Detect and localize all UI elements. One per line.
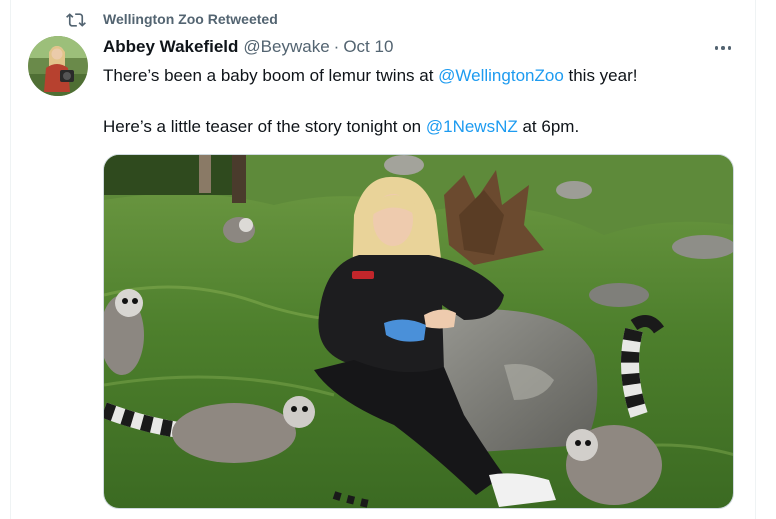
retweet-icon [66,13,86,27]
tweet-text: at 6pm. [517,117,580,136]
mention-link-1newsnz[interactable]: @1NewsNZ [426,117,518,136]
tweet-text-line-1: There’s been a baby boom of lemur twins … [103,65,637,87]
tweet-text: this year! [563,66,638,85]
more-dot-icon [727,46,732,50]
tweet-text: There’s been a baby boom of lemur twins … [103,66,439,85]
tweet-text: Here’s a little teaser of the story toni… [103,117,426,136]
tweet-date[interactable]: Oct 10 [343,37,393,57]
video-still-image [104,155,733,508]
tweet-text-line-2: Here’s a little teaser of the story toni… [103,116,579,138]
author-name[interactable]: Abbey Wakefield [103,37,238,57]
more-dot-icon [714,46,719,50]
separator-dot: · [333,37,340,56]
tweet-card[interactable]: Wellington Zoo Retweeted Abbey Wakefield… [0,0,776,519]
tweet-header: Abbey Wakefield @Beywake · Oct 10 [103,37,393,57]
media-video[interactable] [103,154,734,509]
author-handle[interactable]: @Beywake [243,37,329,57]
mention-link-wellingtonzoo[interactable]: @WellingtonZoo [438,66,564,85]
retweet-label[interactable]: Wellington Zoo Retweeted [103,11,278,27]
avatar[interactable] [28,36,88,96]
retweet-indicator [66,10,86,30]
more-dot-icon [721,46,725,50]
more-options-button[interactable] [706,36,740,60]
avatar-image [28,36,88,96]
